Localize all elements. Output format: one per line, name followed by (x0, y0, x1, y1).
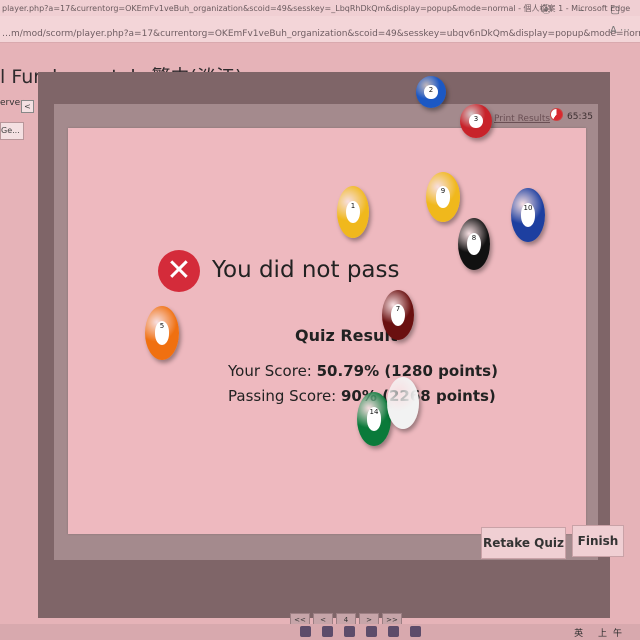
browser-titlebar: player.php?a=17&currentorg=OKEmFv1veBuh_… (0, 0, 640, 16)
ball-number: 2 (424, 84, 438, 100)
billiard-ball-10: 10 (511, 188, 545, 242)
result-message: You did not pass (212, 257, 400, 283)
your-score-label: Your Score: (228, 362, 317, 380)
url-text[interactable]: …m/mod/scorm/player.php?a=17&currentorg=… (2, 29, 640, 39)
taskbar-app-icon[interactable] (388, 626, 399, 637)
billiard-ball-1: 1 (337, 186, 369, 238)
timer-icon (550, 108, 563, 121)
read-aloud-icon[interactable]: A ⋯ (610, 25, 630, 36)
quiz-result-heading: Quiz Result (295, 326, 398, 345)
timer-text: 65:35 (567, 112, 593, 122)
billiard-ball-5: 5 (145, 306, 179, 360)
ball-number: 5 (154, 321, 170, 345)
os-taskbar: 英 上午 (0, 624, 640, 640)
fail-x-icon: ✕ (158, 250, 200, 292)
billiard-ball-8: 8 (458, 218, 490, 270)
retake-quiz-button[interactable]: Retake Quiz (481, 527, 566, 559)
billiard-ball-2: 2 (416, 76, 446, 108)
ball-number: 14 (366, 407, 382, 431)
taskbar-app-icon[interactable] (322, 626, 333, 637)
ball-number: 1 (345, 200, 361, 224)
print-results-link[interactable]: Print Results (494, 114, 550, 124)
ball-number: 7 (390, 304, 406, 326)
window-controls[interactable]: ⓐ – ▢ (541, 1, 632, 16)
your-score-line: Your Score: 50.79% (1280 points) (228, 362, 498, 380)
billiard-ball-14: 14 (357, 392, 391, 446)
passing-score-label: Passing Score: (228, 387, 341, 405)
ball-number: 10 (520, 203, 536, 227)
taskbar-app-icon[interactable] (300, 626, 311, 637)
billiard-cue-ball (387, 377, 419, 429)
billiard-ball-7: 7 (382, 290, 414, 340)
taskbar-apps (300, 626, 432, 640)
taskbar-app-icon[interactable] (344, 626, 355, 637)
address-bar[interactable]: …m/mod/scorm/player.php?a=17&currentorg=… (0, 16, 640, 43)
finish-button[interactable]: Finish (572, 525, 624, 557)
ball-number: 9 (435, 186, 451, 208)
slide-pager: << <4 > >> (290, 607, 405, 627)
taskbar-app-icon[interactable] (366, 626, 377, 637)
window-title: player.php?a=17&currentorg=OKEmFv1veBuh_… (2, 4, 631, 13)
system-tray-text: 英 上午 (574, 629, 628, 639)
billiard-ball-9: 9 (426, 172, 460, 222)
taskbar-app-icon[interactable] (410, 626, 421, 637)
ball-number: 3 (468, 113, 484, 129)
ball-number: 8 (466, 232, 482, 256)
sidebar-item[interactable]: Ge... (0, 122, 24, 140)
billiard-ball-3: 3 (460, 104, 492, 138)
sidebar-collapse-button[interactable]: < (21, 100, 34, 113)
